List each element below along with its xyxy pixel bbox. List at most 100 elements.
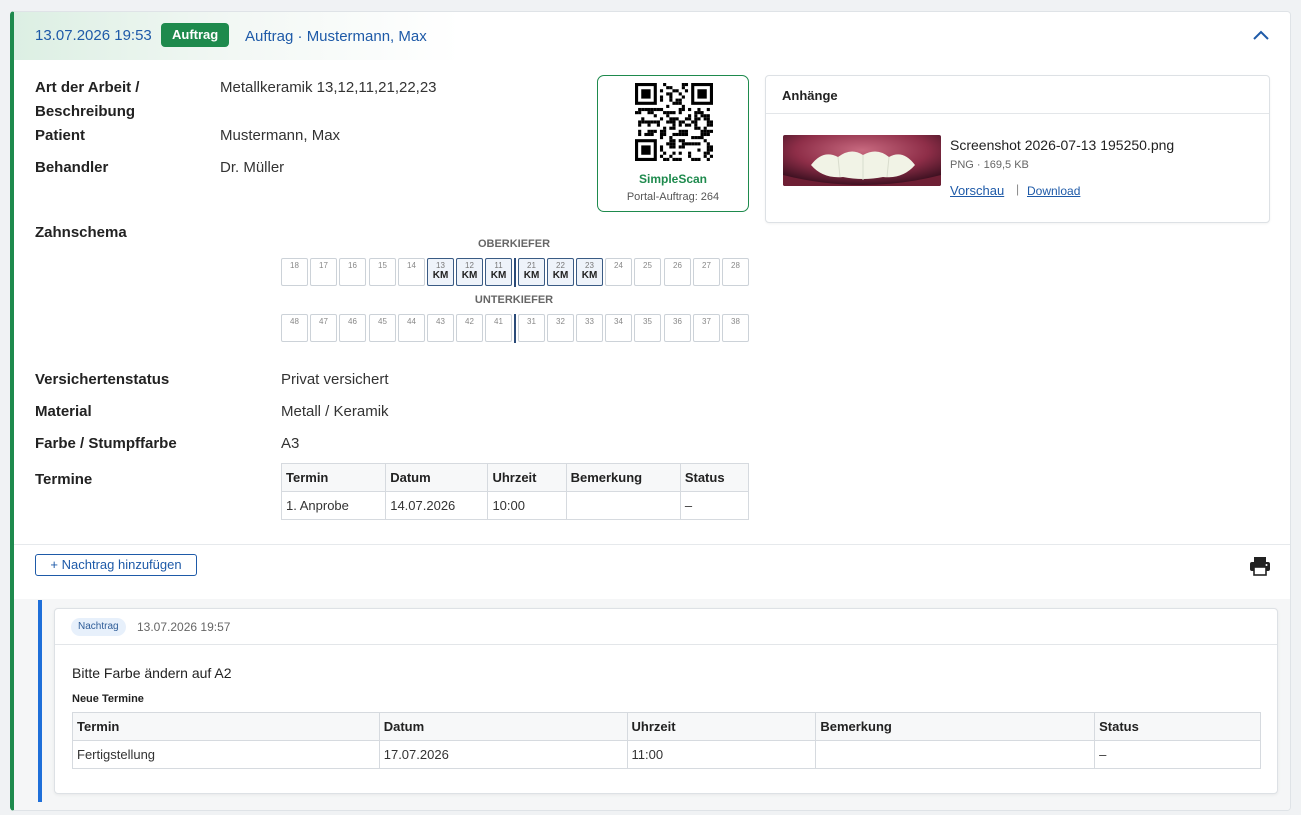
attachment-meta: PNG · 169,5 KB [950, 159, 1029, 171]
tooth-number: 14 [407, 261, 416, 270]
order-date: 13.07.2026 19:53 [35, 27, 152, 44]
tooth-25[interactable]: 25 [634, 258, 661, 286]
qr-code-image [635, 83, 713, 161]
tooth-33[interactable]: 33 [576, 314, 603, 342]
tooth-work-code: KM [461, 270, 478, 281]
upper-midline [514, 258, 516, 287]
tooth-32[interactable]: 32 [547, 314, 574, 342]
termine-label: Termine [35, 471, 93, 488]
art-label: Art der Arbeit / [35, 79, 140, 96]
tooth-36[interactable]: 36 [664, 314, 691, 342]
table-cell: Fertigstellung [72, 740, 380, 769]
tooth-21[interactable]: 21 KM [518, 258, 545, 286]
tooth-31[interactable]: 31 [518, 314, 545, 342]
tooth-38[interactable]: 38 [722, 314, 749, 342]
tooth-42[interactable]: 42 [456, 314, 483, 342]
tooth-18[interactable]: 18 [281, 258, 308, 286]
tooth-37[interactable]: 37 [693, 314, 720, 342]
termine-table: Termin Datum Uhrzeit Bemerkung Status 1. Anp… [280, 463, 750, 520]
order-card-header[interactable]: 13.07.2026 19:53 Auftrag Auftrag · Muste… [14, 12, 1290, 60]
tooth-number: 46 [348, 317, 357, 326]
download-link[interactable]: Download [1027, 184, 1080, 198]
tooth-22[interactable]: 22 KM [547, 258, 574, 286]
tooth-15[interactable]: 15 [369, 258, 396, 286]
supplement-card: Nachtrag 13.07.2026 19:57 Bitte Farbe än… [54, 608, 1278, 794]
table-cell: 11:00 [626, 740, 817, 769]
tooth-26[interactable]: 26 [664, 258, 691, 286]
tooth-43[interactable]: 43 [427, 314, 454, 342]
tooth-number: 25 [643, 261, 652, 270]
tooth-work-code: KM [552, 270, 569, 281]
tooth-number: 13 [436, 261, 445, 270]
tooth-number: 22 [556, 261, 565, 270]
tooth-13[interactable]: 13 KM [427, 258, 454, 286]
tooth-48[interactable]: 48 [281, 314, 308, 342]
table-row: Fertigstellung 17.07.2026 11:00 – [72, 740, 1261, 769]
tooth-41[interactable]: 41 [485, 314, 512, 342]
tooth-number: 31 [527, 317, 536, 326]
tooth-16[interactable]: 16 [339, 258, 366, 286]
attachments-panel: Anhänge Screenshot 2026-07-13 195250.png… [765, 75, 1270, 223]
tooth-number: 47 [319, 317, 328, 326]
tooth-number: 36 [673, 317, 682, 326]
art-label-cont: Beschreibung [35, 103, 136, 120]
print-icon[interactable] [1249, 556, 1271, 576]
qr-subtitle: Portal-Auftrag: 264 [626, 191, 720, 203]
tooth-44[interactable]: 44 [398, 314, 425, 342]
tooth-45[interactable]: 45 [369, 314, 396, 342]
tooth-number: 23 [585, 261, 594, 270]
column-header: Status [1094, 712, 1261, 741]
attachment-thumbnail[interactable] [783, 135, 941, 186]
lower-midline [514, 314, 516, 343]
column-header: Datum [385, 463, 489, 492]
tooth-number: 28 [731, 261, 740, 270]
tooth-number: 24 [614, 261, 623, 270]
tooth-46[interactable]: 46 [339, 314, 366, 342]
tooth-number: 26 [673, 261, 682, 270]
tooth-28[interactable]: 28 [722, 258, 749, 286]
order-title: Auftrag · Mustermann, Max [245, 28, 427, 45]
tooth-work-code: KM [523, 270, 540, 281]
tooth-number: 33 [585, 317, 594, 326]
tooth-number: 12 [465, 261, 474, 270]
lower-jaw-title: UNTERKIEFER [474, 294, 554, 306]
tooth-11[interactable]: 11 KM [485, 258, 512, 286]
supplement-accent-bar [38, 600, 42, 802]
qr-code-box: SimpleScan Portal-Auftrag: 264 [597, 75, 749, 212]
tooth-47[interactable]: 47 [310, 314, 337, 342]
order-card: 13.07.2026 19:53 Auftrag Auftrag · Muste… [10, 11, 1291, 811]
supplement-termine-table: Termin Datum Uhrzeit Bemerkung Status Fertig… [72, 712, 1261, 769]
column-header: Status [679, 463, 750, 492]
tooth-35[interactable]: 35 [634, 314, 661, 342]
attachments-header: Anhänge [766, 76, 1269, 114]
tooth-number: 17 [319, 261, 328, 270]
tooth-24[interactable]: 24 [605, 258, 632, 286]
tooth-number: 43 [436, 317, 445, 326]
tooth-number: 38 [731, 317, 740, 326]
tooth-number: 35 [643, 317, 652, 326]
preview-link[interactable]: Vorschau [950, 183, 1004, 198]
farbe-label: Farbe / Stumpffarbe [35, 435, 177, 452]
tooth-23[interactable]: 23 KM [576, 258, 603, 286]
attachment-filename: Screenshot 2026-07-13 195250.png [950, 137, 1175, 153]
versicherung-label: Versichertenstatus [35, 371, 170, 388]
supplement-subheading: Neue Termine [72, 693, 144, 705]
add-supplement-button[interactable]: + Nachtrag hinzufügen [35, 554, 197, 576]
table-cell: 14.07.2026 [385, 491, 489, 520]
tooth-17[interactable]: 17 [310, 258, 337, 286]
section-divider [14, 544, 1290, 545]
tooth-27[interactable]: 27 [693, 258, 720, 286]
table-cell: 10:00 [487, 491, 567, 520]
tooth-work-code: KM [490, 270, 507, 281]
tooth-number: 42 [465, 317, 474, 326]
table-cell: 1. Anprobe [280, 491, 387, 520]
tooth-34[interactable]: 34 [605, 314, 632, 342]
tooth-number: 44 [407, 317, 416, 326]
chevron-up-icon[interactable] [1250, 24, 1272, 46]
tooth-12[interactable]: 12 KM [456, 258, 483, 286]
column-header: Bemerkung [565, 463, 681, 492]
supplement-text: Bitte Farbe ändern auf A2 [72, 665, 232, 681]
table-cell [815, 740, 1096, 769]
link-separator: | [1016, 182, 1020, 196]
tooth-14[interactable]: 14 [398, 258, 425, 286]
